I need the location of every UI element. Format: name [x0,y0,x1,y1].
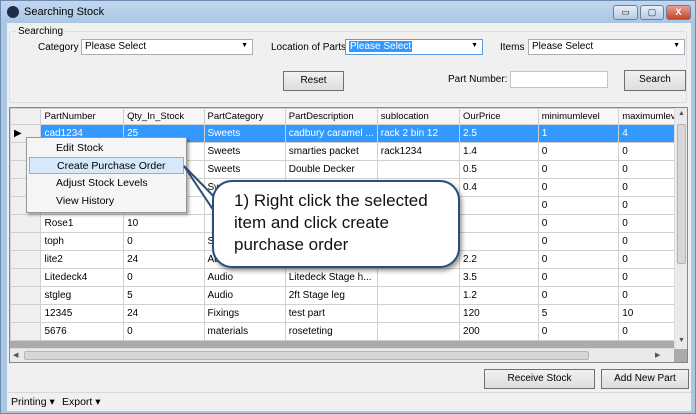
callout-pointer-joint [214,215,218,232]
